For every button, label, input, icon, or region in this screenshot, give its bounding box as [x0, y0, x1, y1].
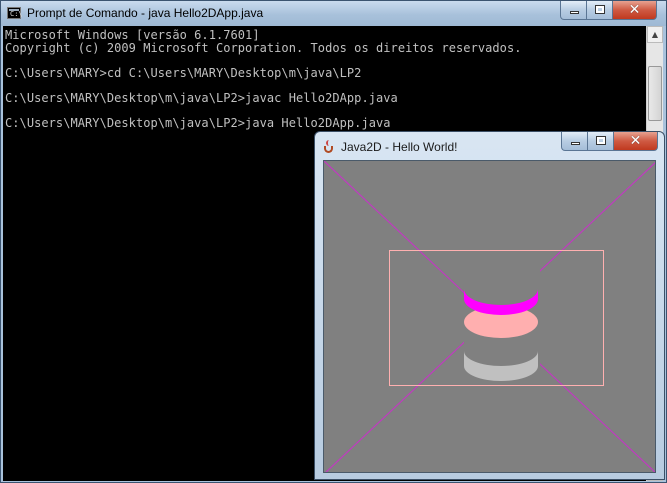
terminal-icon[interactable]: C:\: [7, 7, 23, 19]
maximize-button[interactable]: [587, 1, 613, 20]
console-text: Microsoft Windows [versão 6.1.7601] Copy…: [5, 28, 522, 130]
drawing-canvas: [323, 160, 656, 473]
close-icon: ✕: [628, 2, 641, 18]
scroll-up-icon[interactable]: ▲: [647, 26, 663, 43]
java2d-drawing: [324, 161, 655, 472]
window-title: Prompt de Comando - java Hello2DApp.java: [27, 6, 264, 20]
maximize-button[interactable]: [588, 132, 614, 151]
minimize-icon: [570, 11, 579, 14]
java-cup-icon[interactable]: [323, 140, 335, 154]
scroll-thumb[interactable]: [648, 66, 662, 121]
cmd-window-controls: ✕: [560, 1, 657, 20]
java-titlebar[interactable]: Java2D - Hello World! ✕: [315, 132, 664, 160]
java-window-controls: ✕: [561, 132, 658, 151]
maximize-icon: [596, 136, 606, 145]
cmd-titlebar[interactable]: C:\ Prompt de Comando - java Hello2DApp.…: [1, 1, 666, 26]
maximize-icon: [595, 5, 605, 14]
close-icon: ✕: [629, 133, 642, 149]
close-button[interactable]: ✕: [613, 1, 657, 20]
minimize-button[interactable]: [561, 132, 588, 151]
minimize-button[interactable]: [560, 1, 587, 20]
close-button[interactable]: ✕: [614, 132, 658, 151]
java2d-window: Java2D - Hello World! ✕: [314, 131, 665, 480]
minimize-icon: [571, 142, 580, 145]
window-title: Java2D - Hello World!: [341, 140, 458, 154]
